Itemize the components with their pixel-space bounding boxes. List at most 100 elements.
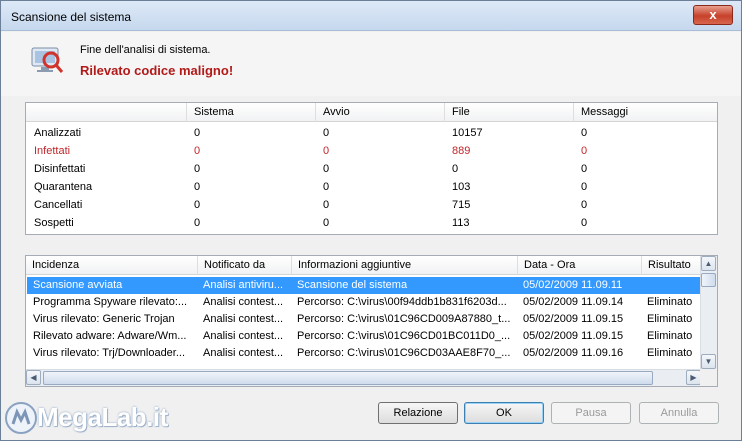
stats-row-quarantena: Quarantena 0 0 103 0 [26,178,717,196]
event-row-selected[interactable]: Scansione avviata Analisi antiviru... Sc… [27,277,700,294]
event-cell: Rilevato adware: Adware/Wm... [33,330,187,342]
horizontal-scrollbar[interactable]: ◀ ▶ [26,369,701,386]
event-cell: Scansione del sistema [297,279,408,291]
stats-value: 0 [323,145,330,157]
event-cell: Eliminato [647,347,693,359]
close-button[interactable]: x [693,5,733,25]
event-row[interactable]: Programma Spyware rilevato:... Analisi c… [27,294,700,311]
window-title: Scansione del sistema [11,10,132,24]
scan-dialog: Scansione del sistema x Fine dell'analis… [0,0,742,441]
stats-row-cancellati: Cancellati 0 0 715 0 [26,196,717,214]
event-row[interactable]: Virus rilevato: Trj/Downloader... Analis… [27,345,700,362]
event-cell: Percorso: C:\virus\01C96CD03AAE8F70_... [297,347,511,359]
stats-value: 0 [194,127,201,139]
stats-row-label: Quarantena [34,181,93,193]
stats-row-label: Cancellati [34,199,83,211]
stats-row-label: Analizzati [34,127,82,139]
scroll-right-button[interactable]: ▶ [686,370,701,385]
event-cell: Scansione avviata [33,279,123,291]
stats-value: 0 [581,199,588,211]
horizontal-scroll-thumb[interactable] [43,371,653,385]
event-cell: Eliminato [647,330,693,342]
stats-col-sistema[interactable]: Sistema [186,103,315,122]
event-cell: Analisi contest... [203,313,284,325]
megalab-logo-icon [5,402,37,434]
event-row[interactable]: Virus rilevato: Generic Trojan Analisi c… [27,311,700,328]
events-col-informazioni[interactable]: Informazioni aggiuntive [291,256,517,275]
stats-row-analizzati: Analizzati 0 0 10157 0 [26,124,717,142]
stats-value: 0 [452,163,459,175]
stats-value: 113 [452,217,470,229]
system-scan-icon [31,47,64,73]
event-cell: Analisi contest... [203,347,284,359]
event-cell: 05/02/2009 11.09.15 [523,313,624,325]
pause-button[interactable]: Pausa [551,402,631,424]
stats-value: 715 [452,199,471,211]
event-cell: 05/02/2009 11.09.14 [523,296,624,308]
events-col-data-ora[interactable]: Data - Ora [517,256,641,275]
stats-table: Sistema Avvio File Messaggi Analizzati 0… [25,102,718,235]
stats-value: 889 [452,145,471,157]
report-button[interactable]: Relazione [378,402,458,424]
event-cell: Virus rilevato: Trj/Downloader... [33,347,186,359]
event-cell: 05/02/2009 11.09.16 [523,347,624,359]
stats-col-messaggi[interactable]: Messaggi [573,103,704,122]
stats-value: 10157 [452,127,483,139]
events-header: Incidenza Notificato da Informazioni agg… [26,256,701,275]
stats-value: 0 [194,217,201,229]
scrollbar-corner [700,369,717,386]
event-cell: Percorso: C:\virus\01C96CD01BC011D0_... [297,330,511,342]
stats-col-file[interactable]: File [444,103,573,122]
ok-button[interactable]: OK [464,402,544,424]
stats-value: 0 [581,181,588,193]
cancel-button[interactable]: Annulla [639,402,719,424]
vertical-scrollbar[interactable]: ▲ ▼ [700,256,717,369]
events-col-notificato[interactable]: Notificato da [197,256,291,275]
stats-value: 0 [323,181,330,193]
event-cell: Analisi contest... [203,330,284,342]
megalab-logo: MegaLab.it [3,396,168,440]
event-cell: Programma Spyware rilevato:... [33,296,188,308]
stats-value: 0 [194,199,201,211]
scroll-down-button[interactable]: ▼ [701,354,716,369]
event-cell: Eliminato [647,313,693,325]
stats-row-label: Sospetti [34,217,74,229]
title-bar[interactable]: Scansione del sistema x [1,1,741,31]
stats-row-infettati: Infettati 0 0 889 0 [26,142,717,160]
stats-col-avvio[interactable]: Avvio [315,103,444,122]
event-cell: Percorso: C:\virus\01C96CD009A87880_t... [297,313,511,325]
stats-row-sospetti: Sospetti 0 0 113 0 [26,214,717,232]
event-cell: Analisi antiviru... [203,279,284,291]
scroll-left-button[interactable]: ◀ [26,370,41,385]
stats-col-label[interactable] [26,103,186,122]
event-cell: 05/02/2009 11.09.15 [523,330,624,342]
scan-complete-text: Fine dell'analisi di sistema. [80,44,211,56]
events-list: Incidenza Notificato da Informazioni agg… [25,255,718,387]
stats-row-label: Infettati [34,145,71,157]
stats-value: 0 [323,163,330,175]
stats-value: 0 [323,127,330,139]
stats-value: 0 [581,127,588,139]
stats-row-disinfettati: Disinfettati 0 0 0 0 [26,160,717,178]
stats-value: 0 [194,145,201,157]
close-icon: x [709,7,717,22]
events-col-incidenza[interactable]: Incidenza [26,256,197,275]
megalab-logo-text: MegaLab.it [37,402,168,432]
scroll-up-button[interactable]: ▲ [701,256,716,271]
events-col-risultato[interactable]: Risultato [641,256,701,275]
event-cell: 05/02/2009 11.09.11 [523,279,623,291]
result-header: Fine dell'analisi di sistema. Rilevato c… [1,32,741,96]
event-cell: Eliminato [647,296,693,308]
stats-value: 0 [194,181,201,193]
stats-value: 0 [581,163,588,175]
stats-value: 103 [452,181,471,193]
stats-row-label: Disinfettati [34,163,86,175]
event-row[interactable]: Rilevato adware: Adware/Wm... Analisi co… [27,328,700,345]
stats-value: 0 [194,163,201,175]
stats-header: Sistema Avvio File Messaggi [26,103,717,122]
event-cell: Virus rilevato: Generic Trojan [33,313,175,325]
event-cell: Percorso: C:\virus\00f94ddb1b831f6203d..… [297,296,507,308]
malware-detected-text: Rilevato codice maligno! [80,63,234,78]
vertical-scroll-thumb[interactable] [701,273,716,287]
stats-value: 0 [323,199,330,211]
